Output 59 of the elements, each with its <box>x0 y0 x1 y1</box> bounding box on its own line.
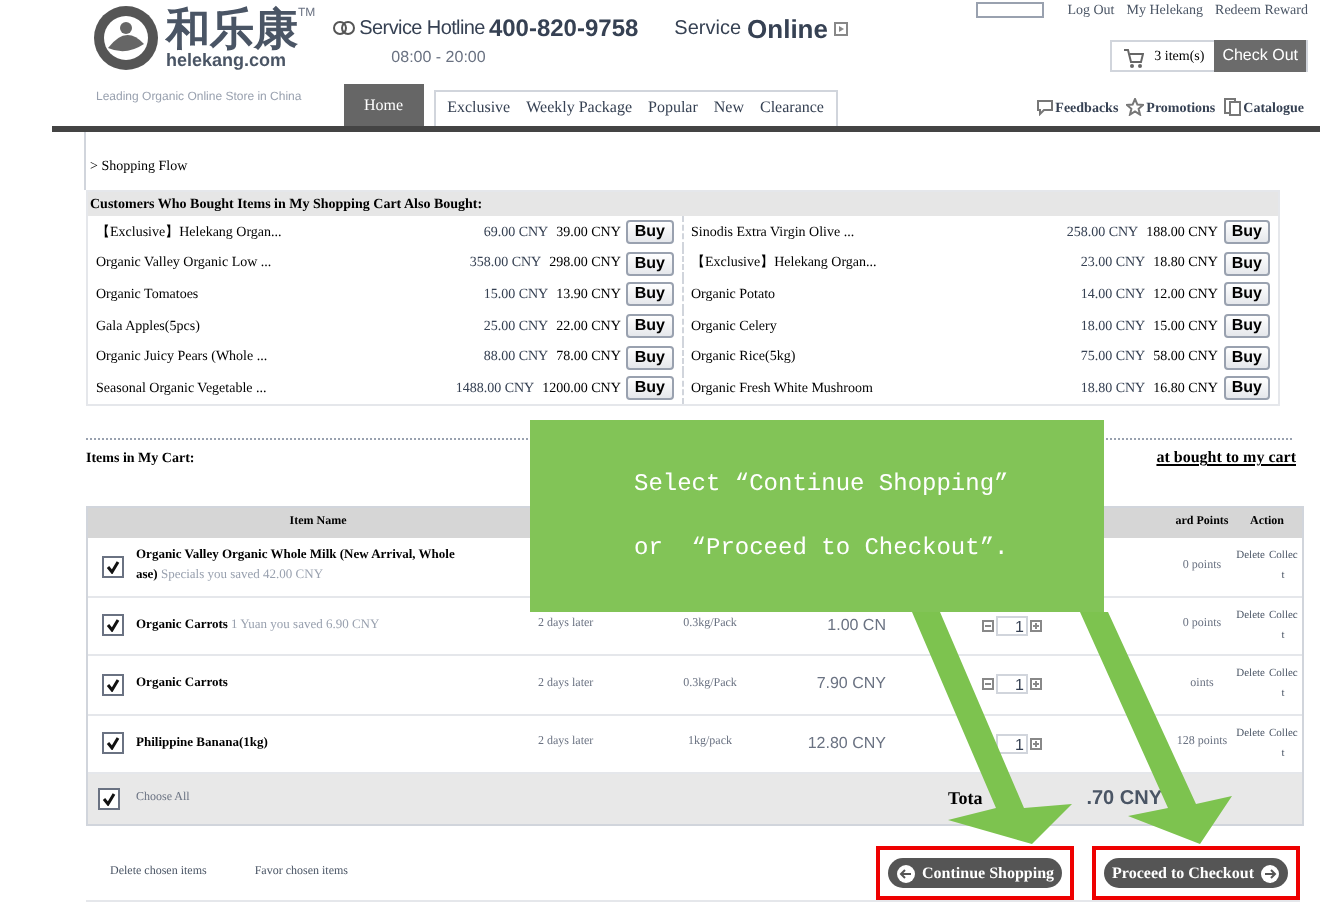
buy-button[interactable]: Buy <box>1223 376 1270 401</box>
arrow-circle-icon <box>896 863 917 884</box>
nav-tab[interactable]: Clearance <box>752 90 832 126</box>
buy-button[interactable]: Buy <box>626 313 673 338</box>
pages-icon <box>1223 98 1242 117</box>
people-icon <box>331 19 356 37</box>
logo-chinese-name: 和乐康 <box>166 7 298 51</box>
checkbox[interactable] <box>102 555 124 578</box>
nav-tab[interactable]: Weekly Package <box>518 90 640 126</box>
continue-shopping-button[interactable]: Continue Shopping <box>888 858 1063 889</box>
quantity-field[interactable]: 1 <box>996 674 1028 695</box>
service-hours: 08:00 - 20:00 <box>391 46 486 70</box>
star-icon <box>1126 98 1145 117</box>
checkbox[interactable] <box>98 788 120 811</box>
service-label: Service <box>674 16 742 45</box>
nav-tab[interactable]: Popular <box>640 90 706 126</box>
total-amount: .70 CNY <box>1086 786 1162 815</box>
nav-tab[interactable]: New <box>705 90 752 126</box>
buy-button[interactable]: Buy <box>626 251 673 276</box>
checkbox[interactable] <box>102 732 124 755</box>
instruction-callout: Select “Continue Shopping” or “Proceed to Checkout”. <box>530 420 1104 612</box>
nav-tab[interactable]: Home <box>344 84 424 126</box>
play-icon <box>833 22 848 37</box>
plus-icon <box>1030 619 1042 632</box>
hotline-number: 400-820-9758 <box>488 12 639 46</box>
unit-price: 7.90 CNY <box>814 672 886 697</box>
plus-icon <box>1030 678 1042 691</box>
checkout-button[interactable]: Proceed to Checkout <box>1104 858 1288 889</box>
unit-price: 12.80 CNY <box>805 731 886 756</box>
quantity-field[interactable]: 1 <box>996 615 1028 636</box>
buy-button[interactable]: Buy <box>626 282 673 307</box>
checkbox[interactable] <box>102 673 124 696</box>
check-icon <box>106 736 120 751</box>
checkout-button[interactable]: Check Out <box>1214 40 1306 72</box>
buy-button[interactable]: Buy <box>1223 345 1270 370</box>
cart-link[interactable]: at bought to my cart <box>1156 446 1296 471</box>
buy-button[interactable]: Buy <box>1223 313 1270 338</box>
buy-button[interactable]: Buy <box>1223 219 1270 244</box>
service-online-link[interactable]: Online <box>747 10 828 49</box>
check-icon <box>102 792 116 807</box>
check-icon <box>106 559 120 574</box>
speech-bubble-icon <box>1035 98 1054 117</box>
buy-button[interactable]: Buy <box>1223 282 1270 307</box>
buy-button[interactable]: Buy <box>626 376 673 401</box>
buy-button[interactable]: Buy <box>626 345 673 370</box>
cart-icon <box>1122 45 1145 67</box>
check-icon <box>106 618 120 633</box>
logo-domain: helekang.com <box>166 51 287 69</box>
arrow-circle-icon <box>1260 863 1280 884</box>
unit-price: 1.00 CN <box>825 613 886 638</box>
hotline-label: Service Hotline <box>359 15 485 43</box>
language-dropdown[interactable] <box>975 2 1044 18</box>
check-icon <box>106 677 120 692</box>
plus-icon <box>1030 737 1042 750</box>
buy-button[interactable]: Buy <box>1223 251 1270 276</box>
nav-tab[interactable]: Exclusive <box>439 90 519 126</box>
total-label: Tota <box>948 785 983 812</box>
buy-button[interactable]: Buy <box>626 219 673 244</box>
checkbox[interactable] <box>102 614 124 637</box>
